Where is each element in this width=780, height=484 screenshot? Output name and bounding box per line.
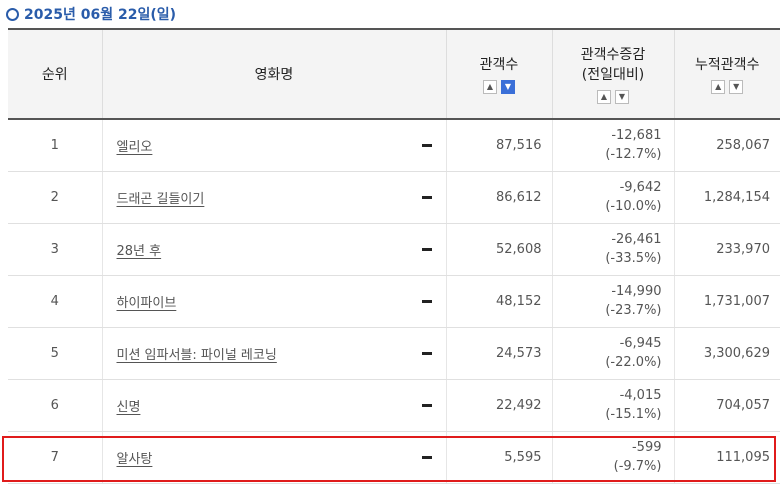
table-row: 7 알사탕 5,595 -599 (-9.7%) 111,095: [8, 431, 780, 484]
chevron-down-icon: ▼: [618, 92, 626, 101]
cumulative-cell: 3,300,629: [673, 327, 780, 380]
rank-cell: 6: [8, 379, 102, 432]
title-cell: 신명: [101, 379, 446, 432]
table-row: 6 신명 22,492 -4,015 (-15.1%) 704,057: [8, 379, 780, 432]
change-cell: -12,681 (-12.7%): [551, 119, 674, 172]
chevron-up-icon: ▲: [600, 92, 608, 101]
title-cell: 미션 임파서블: 파이널 레코닝: [101, 327, 446, 380]
dash-icon: [421, 299, 432, 303]
sort-asc-cumulative-button[interactable]: ▲: [711, 80, 726, 94]
rank-cell: 5: [8, 327, 102, 380]
audience-cell: 5,595: [445, 431, 552, 484]
date-label: 2025년 06월 22일(일): [24, 7, 176, 23]
audience-cell: 87,516: [445, 119, 552, 172]
header-title: 영화명: [101, 28, 446, 120]
change-cell: -9,642 (-10.0%): [551, 171, 674, 224]
sort-asc-audience-button[interactable]: ▲: [483, 80, 497, 94]
title-cell: 28년 후: [101, 223, 446, 276]
audience-cell: 52,608: [445, 223, 552, 276]
chevron-down-icon: ▼: [733, 82, 740, 91]
rank-cell: 2: [8, 171, 102, 224]
title-cell: 엘리오: [101, 119, 446, 172]
audience-cell: 22,492: [445, 379, 552, 432]
audience-cell: 48,152: [445, 275, 552, 328]
dash-icon: [421, 247, 432, 251]
cumulative-cell: 1,731,007: [673, 275, 780, 328]
chevron-up-icon: ▲: [486, 82, 494, 91]
cumulative-cell: 233,970: [673, 223, 780, 276]
audience-cell: 86,612: [445, 171, 552, 224]
title-cell: 드래곤 길들이기: [101, 171, 446, 224]
rank-cell: 4: [8, 275, 102, 328]
chevron-down-icon: ▼: [504, 82, 512, 91]
table-row: 4 하이파이브 48,152 -14,990 (-23.7%) 1,731,00…: [8, 275, 780, 328]
table-row: 2 드래곤 길들이기 86,612 -9,642 (-10.0%) 1,284,…: [8, 171, 780, 224]
table-header-row: 순위 영화명 관객수 ▲ ▼ 관객수증감 (전일대비) ▲ ▼ 누적관객수 ▲ …: [8, 28, 780, 120]
chevron-up-icon: ▲: [715, 82, 722, 91]
sort-desc-cumulative-button[interactable]: ▼: [729, 80, 744, 94]
box-office-table-container: 순위 영화명 관객수 ▲ ▼ 관객수증감 (전일대비) ▲ ▼ 누적관객수 ▲ …: [8, 28, 780, 484]
dash-icon: [421, 455, 432, 459]
rank-cell: 3: [8, 223, 102, 276]
title-cell: 알사탕: [101, 431, 446, 484]
table-row: 1 엘리오 87,516 -12,681 (-12.7%) 258,067: [8, 119, 780, 172]
header-cumulative: 누적관객수 ▲ ▼: [673, 28, 780, 120]
sort-desc-change-button[interactable]: ▼: [615, 90, 629, 104]
movie-title-link[interactable]: 드래곤 길들이기: [117, 188, 205, 207]
circle-icon: [6, 7, 19, 21]
dash-icon: [421, 351, 432, 355]
sort-desc-audience-button[interactable]: ▼: [501, 80, 515, 94]
dash-icon: [421, 143, 432, 147]
header-rank: 순위: [8, 28, 102, 120]
change-cell: -14,990 (-23.7%): [551, 275, 674, 328]
rank-cell: 7: [8, 431, 102, 484]
cumulative-cell: 1,284,154: [673, 171, 780, 224]
header-change: 관객수증감 (전일대비) ▲ ▼: [551, 28, 674, 120]
change-cell: -4,015 (-15.1%): [551, 379, 674, 432]
cumulative-cell: 704,057: [673, 379, 780, 432]
movie-title-link[interactable]: 엘리오: [117, 136, 153, 155]
date-header: 2025년 06월 22일(일): [0, 0, 780, 28]
change-cell: -26,461 (-33.5%): [551, 223, 674, 276]
cumulative-cell: 111,095: [673, 431, 780, 484]
dash-icon: [421, 195, 432, 199]
movie-title-link[interactable]: 알사탕: [117, 448, 153, 467]
header-audience: 관객수 ▲ ▼: [445, 28, 552, 120]
sort-asc-change-button[interactable]: ▲: [597, 90, 611, 104]
change-cell: -6,945 (-22.0%): [551, 327, 674, 380]
table-row: 3 28년 후 52,608 -26,461 (-33.5%) 233,970: [8, 223, 780, 276]
movie-title-link[interactable]: 28년 후: [117, 240, 162, 259]
movie-title-link[interactable]: 하이파이브: [117, 292, 177, 311]
table-row: 5 미션 임파서블: 파이널 레코닝 24,573 -6,945 (-22.0%…: [8, 327, 780, 380]
cumulative-cell: 258,067: [673, 119, 780, 172]
change-cell: -599 (-9.7%): [551, 431, 674, 484]
rank-cell: 1: [8, 119, 102, 172]
audience-cell: 24,573: [445, 327, 552, 380]
box-office-table: 순위 영화명 관객수 ▲ ▼ 관객수증감 (전일대비) ▲ ▼ 누적관객수 ▲ …: [8, 28, 780, 484]
dash-icon: [421, 403, 432, 407]
movie-title-link[interactable]: 신명: [117, 396, 141, 415]
title-cell: 하이파이브: [101, 275, 446, 328]
movie-title-link[interactable]: 미션 임파서블: 파이널 레코닝: [117, 344, 277, 363]
